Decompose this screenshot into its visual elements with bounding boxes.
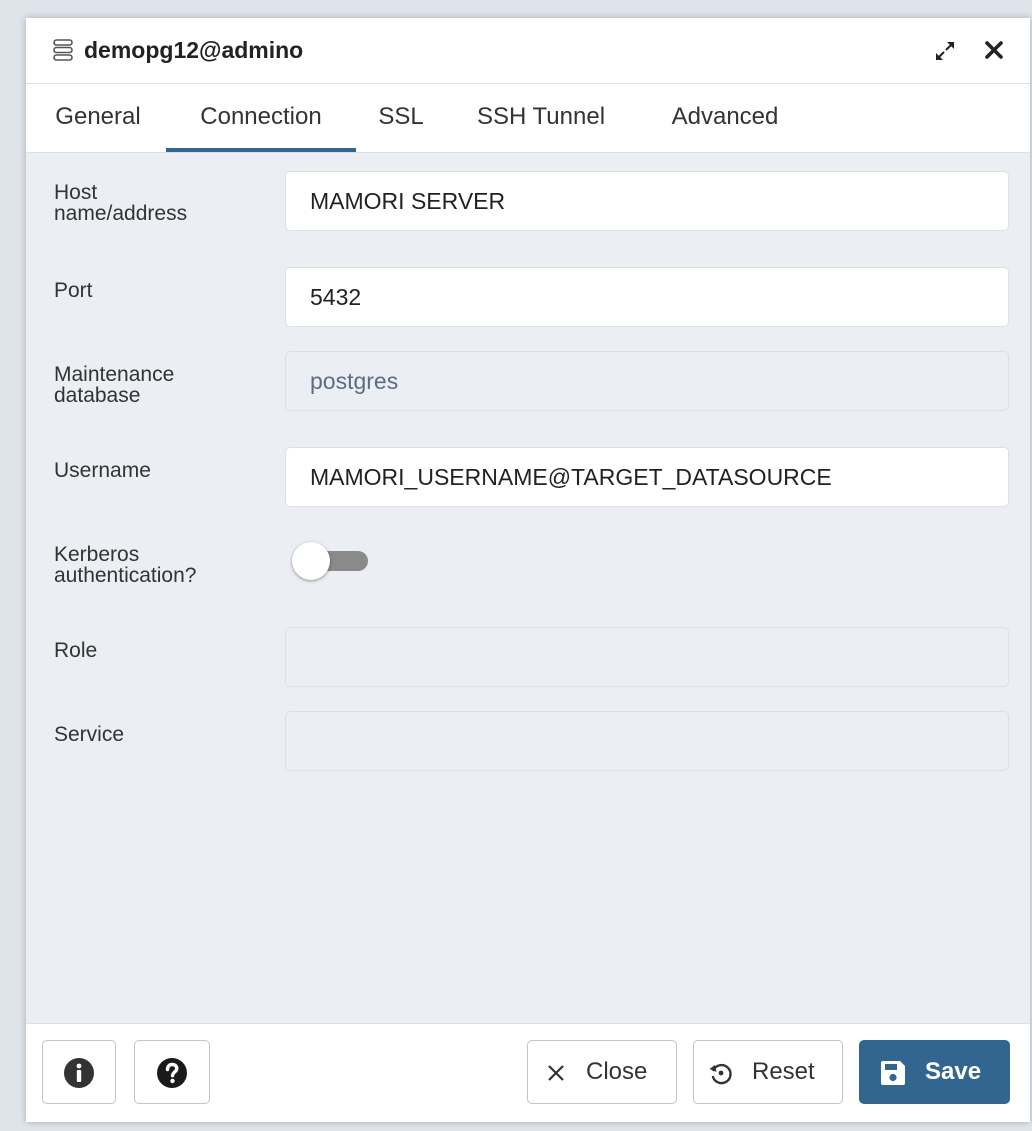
info-icon [64, 1058, 94, 1088]
service-label: Service [54, 723, 125, 746]
tab-general[interactable]: General [38, 84, 158, 152]
host-label: Host name/address [54, 181, 188, 225]
maintenance-database-input: postgres [285, 351, 1009, 411]
tab-connection[interactable]: Connection [166, 84, 356, 152]
reset-icon [709, 1063, 732, 1085]
dialog-title: demopg12@admino [84, 37, 304, 63]
kerberos-toggle[interactable] [292, 542, 372, 582]
port-input[interactable]: 5432 [285, 267, 1009, 327]
save-button-label: Save [925, 1058, 982, 1085]
reset-button-label: Reset [752, 1058, 815, 1085]
maintenance-database-label: Maintenance database [54, 363, 175, 407]
host-input[interactable]: MAMORI SERVER [285, 171, 1009, 231]
help-icon [157, 1058, 187, 1088]
port-label: Port [54, 279, 93, 302]
role-input [285, 627, 1009, 687]
dialog-titlebar[interactable]: demopg12@admino [26, 18, 1030, 84]
tab-ssl[interactable]: SSL [366, 84, 436, 152]
help-button[interactable] [134, 1040, 210, 1104]
close-icon[interactable] [982, 38, 1006, 62]
maximize-icon[interactable] [933, 39, 957, 63]
kerberos-label: Kerberos authentication? [54, 543, 197, 587]
tab-ssh-tunnel[interactable]: SSH Tunnel [456, 84, 626, 152]
save-button[interactable]: Save [859, 1040, 1010, 1104]
tab-advanced[interactable]: Advanced [650, 84, 800, 152]
close-icon [548, 1065, 564, 1081]
save-icon [881, 1061, 905, 1085]
toggle-knob [292, 542, 330, 580]
service-input [285, 711, 1009, 771]
dialog-footer: Close Reset Save [26, 1023, 1030, 1122]
username-label: Username [54, 459, 151, 482]
server-properties-dialog: demopg12@admino General Connection SSL S… [26, 18, 1030, 1122]
server-icon [53, 39, 73, 61]
close-button[interactable]: Close [527, 1040, 677, 1104]
reset-button[interactable]: Reset [693, 1040, 843, 1104]
info-button[interactable] [42, 1040, 116, 1104]
username-input[interactable]: MAMORI_USERNAME@TARGET_DATASOURCE [285, 447, 1009, 507]
tab-bar: General Connection SSL SSH Tunnel Advanc… [26, 84, 1030, 153]
close-button-label: Close [586, 1058, 648, 1085]
role-label: Role [54, 639, 98, 662]
